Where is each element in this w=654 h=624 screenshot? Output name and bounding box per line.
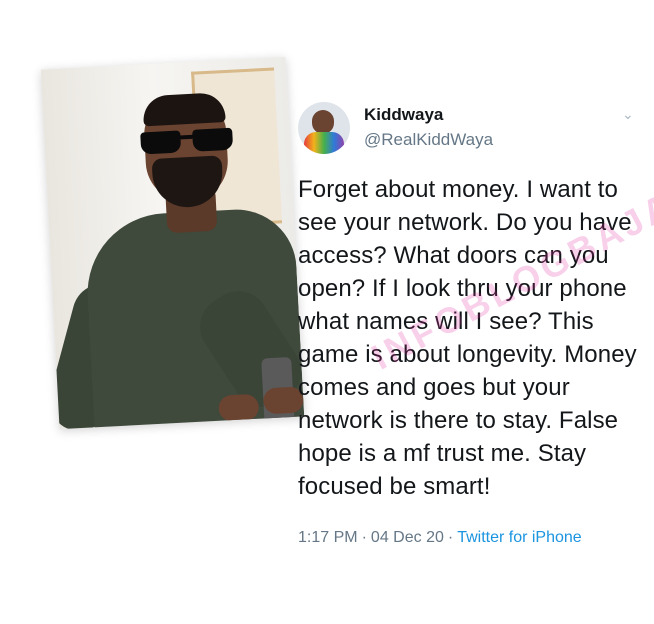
tweet-time[interactable]: 1:17 PM xyxy=(298,529,358,546)
profile-photo xyxy=(40,56,305,430)
tweet-date[interactable]: 04 Dec 20 xyxy=(371,529,444,546)
user-handle[interactable]: @RealKiddWaya xyxy=(364,130,493,150)
display-name[interactable]: Kiddwaya xyxy=(364,105,443,125)
tweet-text: Forget about money. I want to see your n… xyxy=(298,176,637,500)
chevron-down-icon[interactable]: ⌄ xyxy=(622,106,634,123)
hand-left xyxy=(218,393,260,422)
separator: · xyxy=(447,529,454,546)
separator: · xyxy=(361,529,367,546)
tweet-source[interactable]: Twitter for iPhone xyxy=(457,529,582,546)
tweet-meta: 1:17 PM · 04 Dec 20 · Twitter for iPhone xyxy=(298,529,582,547)
avatar[interactable] xyxy=(298,102,350,154)
